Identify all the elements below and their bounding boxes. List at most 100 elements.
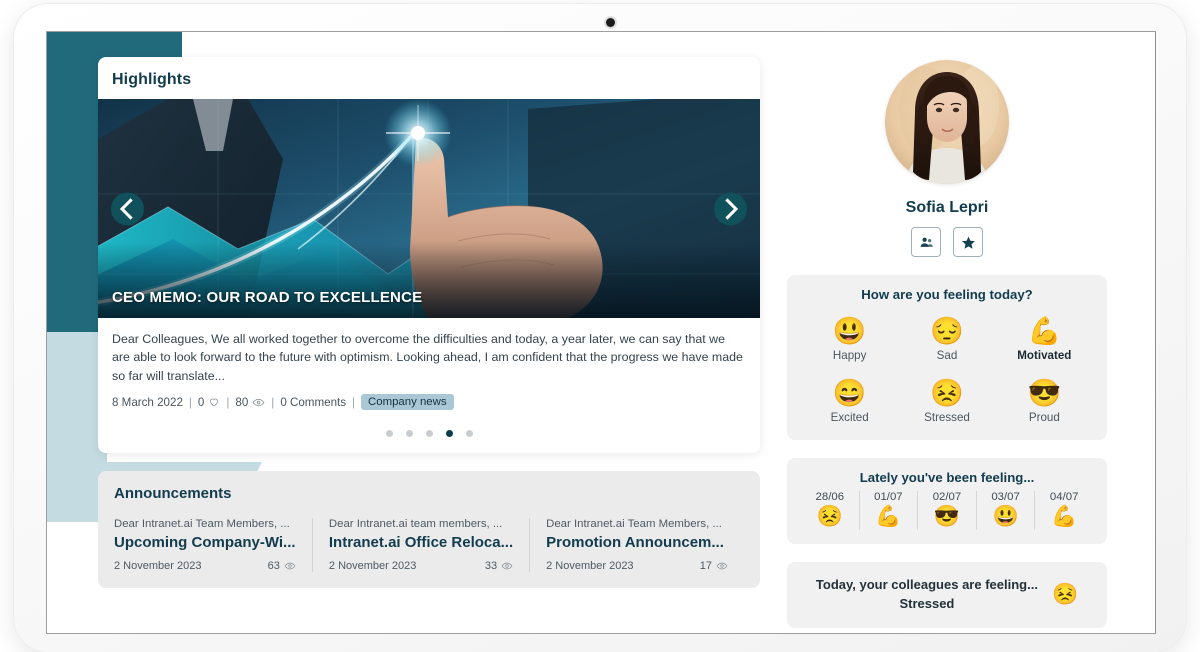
announcement-headline[interactable]: Upcoming Company-Wi...: [114, 534, 296, 551]
post-likes[interactable]: 0: [198, 396, 220, 409]
mood-option-excited[interactable]: 😄 Excited: [801, 370, 898, 426]
mood-history-date: 02/07: [932, 491, 962, 503]
profile-section: Sofia Lepri: [787, 60, 1107, 257]
carousel-dot-active[interactable]: [445, 430, 453, 438]
people-icon: [920, 237, 933, 247]
excited-emoji-icon: 😄: [832, 378, 867, 408]
eye-icon: [284, 562, 296, 570]
mood-history-panel: Lately you've been feeling... 28/06 😣 01…: [787, 458, 1107, 544]
carousel-next-button[interactable]: [714, 192, 747, 225]
tablet-frame: Highlights CEO MEMO: OUR ROAD TO EXCELLE…: [14, 4, 1186, 652]
announcement-date: 2 November 2023: [546, 560, 634, 573]
mood-label: Excited: [830, 411, 869, 424]
camera-dot-icon: [606, 18, 615, 27]
announcement-views: 17: [700, 560, 728, 572]
mood-history-entry: 02/07 😎: [917, 491, 976, 530]
mood-label: Proud: [1028, 411, 1060, 424]
mood-history-row: 28/06 😣 01/07 💪 02/07 😎 03/07 😃 04/07 💪: [801, 491, 1093, 530]
eye-icon: [501, 562, 513, 570]
contacts-button[interactable]: [911, 227, 941, 257]
chevron-right-icon: [725, 197, 739, 220]
mood-label: Happy: [832, 349, 867, 362]
post-meta-row: 8 March 2022 | 0 | 80 | 0 Comments | Com…: [112, 394, 746, 411]
announcement-views-count: 63: [267, 560, 280, 573]
mood-history-date: 04/07: [1049, 491, 1079, 503]
eye-icon: [716, 562, 728, 570]
motivated-emoji-icon: 💪: [1051, 505, 1078, 528]
highlights-header: Highlights: [98, 57, 760, 99]
happy-emoji-icon: 😃: [992, 505, 1019, 528]
announcements-title: Announcements: [114, 485, 232, 503]
announcement-preview: Dear Intranet.ai team members, ...: [328, 518, 503, 531]
mood-history-entry: 28/06 😣: [801, 491, 859, 530]
star-icon: [961, 236, 975, 249]
meta-separator: |: [226, 395, 230, 409]
proud-emoji-icon: 😎: [1027, 378, 1062, 408]
post-comments[interactable]: 0 Comments: [280, 396, 346, 409]
mood-option-motivated[interactable]: 💪 Motivated: [996, 308, 1093, 364]
profile-name: Sofia Lepri: [905, 199, 989, 216]
mood-option-proud[interactable]: 😎 Proud: [996, 370, 1093, 426]
announcement-preview: Dear Intranet.ai Team Members, ...: [114, 518, 290, 531]
mood-option-stressed[interactable]: 😣 Stressed: [898, 370, 995, 426]
mood-history-date: 03/07: [991, 491, 1020, 503]
mood-label: Motivated: [1017, 349, 1072, 362]
colleagues-mood-text: Today, your colleagues are feeling... St…: [816, 576, 1038, 614]
stressed-emoji-icon: 😣: [816, 505, 843, 528]
views-count: 80: [235, 395, 249, 409]
avatar[interactable]: [885, 60, 1009, 184]
announcement-headline[interactable]: Intranet.ai Office Reloca...: [329, 534, 513, 551]
mood-history-date: 01/07: [874, 491, 903, 503]
mood-option-happy[interactable]: 😃 Happy: [801, 308, 898, 364]
highlight-post-body: Dear Colleagues, We all worked together …: [98, 318, 760, 416]
carousel-prev-button[interactable]: [111, 192, 144, 225]
hero-gradient-overlay: [98, 242, 760, 318]
mood-history-title: Lately you've been feeling...: [859, 470, 1035, 485]
motivated-emoji-icon: 💪: [875, 505, 902, 528]
heart-icon: [210, 398, 219, 407]
carousel-dot[interactable]: [465, 430, 473, 438]
announcements-list: Dear Intranet.ai Team Members, ... Upcom…: [114, 518, 744, 573]
mood-history-entry: 04/07 💪: [1034, 491, 1093, 530]
mood-history-entry: 01/07 💪: [858, 491, 918, 530]
carousel-pagination: [98, 416, 760, 453]
announcement-date: 2 November 2023: [328, 560, 417, 573]
mood-option-sad[interactable]: 😔 Sad: [898, 308, 995, 364]
post-category-tag[interactable]: Company news: [361, 394, 454, 411]
carousel-dot[interactable]: [385, 430, 393, 438]
avatar-illustration: [885, 60, 1009, 184]
mood-label: Sad: [936, 349, 958, 362]
announcement-footer: 2 November 2023 17: [546, 560, 728, 572]
mood-history-date: 28/06: [815, 491, 845, 503]
mood-history-entry: 03/07 😃: [975, 491, 1035, 530]
announcements-card: Announcements Dear Intranet.ai Team Memb…: [98, 471, 760, 589]
mood-today-title: How are you feeling today?: [861, 287, 1033, 302]
announcement-views-count: 17: [699, 560, 712, 573]
proud-emoji-icon: 😎: [933, 505, 961, 528]
post-date: 8 March 2022: [112, 395, 183, 409]
stressed-emoji-icon: 😣: [930, 378, 964, 408]
announcement-views: 33: [485, 560, 513, 572]
announcement-date: 2 November 2023: [114, 560, 202, 573]
announcement-item[interactable]: Dear Intranet.ai team members, ... Intra…: [311, 518, 529, 573]
carousel-dot[interactable]: [425, 430, 433, 438]
mood-today-panel: How are you feeling today? 😃 Happy 😔 Sad…: [787, 275, 1107, 440]
announcement-views-count: 33: [484, 560, 498, 573]
hero-title: CEO MEMO: OUR ROAD TO EXCELLENCE: [112, 289, 423, 306]
announcement-item[interactable]: Dear Intranet.ai Team Members, ... Promo…: [529, 518, 744, 573]
announcement-footer: 2 November 2023 63: [114, 560, 296, 572]
meta-separator: |: [271, 395, 275, 409]
happy-emoji-icon: 😃: [832, 316, 867, 346]
carousel-dot[interactable]: [405, 430, 413, 438]
post-views: 80: [235, 396, 265, 409]
chevron-left-icon: [119, 197, 133, 220]
main-content-column: Highlights CEO MEMO: OUR ROAD TO EXCELLE…: [98, 57, 760, 589]
sidebar-column: Sofia Lepri How are you feeling today? 😃…: [787, 57, 1107, 628]
announcement-headline[interactable]: Promotion Announcem...: [546, 534, 728, 551]
favorite-button[interactable]: [953, 227, 983, 257]
hero-image: CEO MEMO: OUR ROAD TO EXCELLENCE: [98, 99, 760, 318]
intranet-home-page: Highlights CEO MEMO: OUR ROAD TO EXCELLE…: [47, 32, 1155, 633]
mood-label: Stressed: [924, 411, 970, 424]
eye-icon: [252, 398, 265, 406]
announcement-item[interactable]: Dear Intranet.ai Team Members, ... Upcom…: [114, 518, 312, 572]
